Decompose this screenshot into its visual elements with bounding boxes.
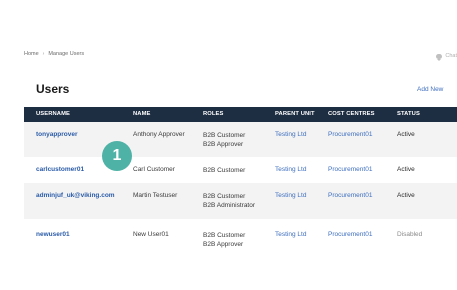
header-username[interactable]: USERNAME bbox=[36, 111, 70, 117]
users-table: USERNAME NAME ROLES PARENT UNIT COST CEN… bbox=[24, 107, 457, 255]
header-parent-unit[interactable]: PARENT UNIT bbox=[275, 111, 315, 117]
step-number-badge: 1 bbox=[102, 141, 132, 171]
status-text: Active bbox=[397, 131, 415, 138]
chat-bubble-icon bbox=[436, 53, 443, 61]
user-name: Martin Testuser bbox=[133, 192, 178, 199]
cost-centre-link[interactable]: Procurement01 bbox=[328, 131, 372, 138]
cost-centre-link[interactable]: Procurement01 bbox=[328, 192, 372, 199]
user-name: Anthony Approver bbox=[133, 131, 185, 138]
role-item: B2B Administrator bbox=[203, 202, 256, 209]
user-roles: B2B Customer B2B Administrator bbox=[203, 192, 255, 210]
add-new-link[interactable]: Add New bbox=[417, 86, 443, 93]
username-link[interactable]: carlcustomer01 bbox=[36, 166, 84, 173]
chat-button[interactable]: Chat bbox=[436, 53, 457, 61]
breadcrumb-home-link[interactable]: Home bbox=[24, 51, 39, 57]
status-text: Disabled bbox=[397, 231, 423, 238]
user-roles: B2B Customer bbox=[203, 166, 245, 175]
header-name[interactable]: NAME bbox=[133, 111, 150, 117]
role-item: B2B Customer bbox=[203, 132, 246, 139]
role-item: B2B Customer bbox=[203, 193, 246, 200]
username-link[interactable]: tonyapprover bbox=[36, 131, 78, 138]
header-status[interactable]: STATUS bbox=[397, 111, 420, 117]
breadcrumb-separator: › bbox=[42, 51, 45, 57]
page: Home › Manage Users Chat Users Add New U… bbox=[0, 0, 457, 290]
breadcrumb: Home › Manage Users bbox=[24, 51, 84, 57]
status-text: Active bbox=[397, 192, 415, 199]
table-row[interactable]: newuser01 New User01 B2B Customer B2B Ap… bbox=[24, 219, 457, 255]
chat-label: Chat bbox=[445, 53, 457, 59]
cost-centre-link[interactable]: Procurement01 bbox=[328, 166, 372, 173]
role-item: B2B Approver bbox=[203, 141, 244, 148]
table-row[interactable]: carlcustomer01 Carl Customer B2B Custome… bbox=[24, 157, 457, 183]
header-roles[interactable]: ROLES bbox=[203, 111, 223, 117]
breadcrumb-current: Manage Users bbox=[48, 51, 85, 57]
user-name: New User01 bbox=[133, 231, 169, 238]
page-title: Users bbox=[36, 82, 70, 96]
status-text: Active bbox=[397, 166, 415, 173]
header-cost-centres[interactable]: COST CENTRES bbox=[328, 111, 375, 117]
cost-centre-link[interactable]: Procurement01 bbox=[328, 231, 372, 238]
role-item: B2B Customer bbox=[203, 232, 246, 239]
table-row[interactable]: tonyapprover Anthony Approver B2B Custom… bbox=[24, 122, 457, 157]
user-roles: B2B Customer B2B Approver bbox=[203, 131, 245, 149]
user-roles: B2B Customer B2B Approver bbox=[203, 231, 245, 249]
role-item: B2B Customer bbox=[203, 167, 246, 174]
parent-unit-link[interactable]: Testing Ltd bbox=[275, 231, 306, 238]
table-row[interactable]: adminjuf_uk@viking.com Martin Testuser B… bbox=[24, 183, 457, 219]
username-link[interactable]: adminjuf_uk@viking.com bbox=[36, 192, 115, 199]
table-header: USERNAME NAME ROLES PARENT UNIT COST CEN… bbox=[24, 107, 457, 122]
parent-unit-link[interactable]: Testing Ltd bbox=[275, 192, 306, 199]
user-name: Carl Customer bbox=[133, 166, 175, 173]
role-item: B2B Approver bbox=[203, 241, 244, 248]
parent-unit-link[interactable]: Testing Ltd bbox=[275, 131, 306, 138]
parent-unit-link[interactable]: Testing Ltd bbox=[275, 166, 306, 173]
username-link[interactable]: newuser01 bbox=[36, 231, 70, 238]
